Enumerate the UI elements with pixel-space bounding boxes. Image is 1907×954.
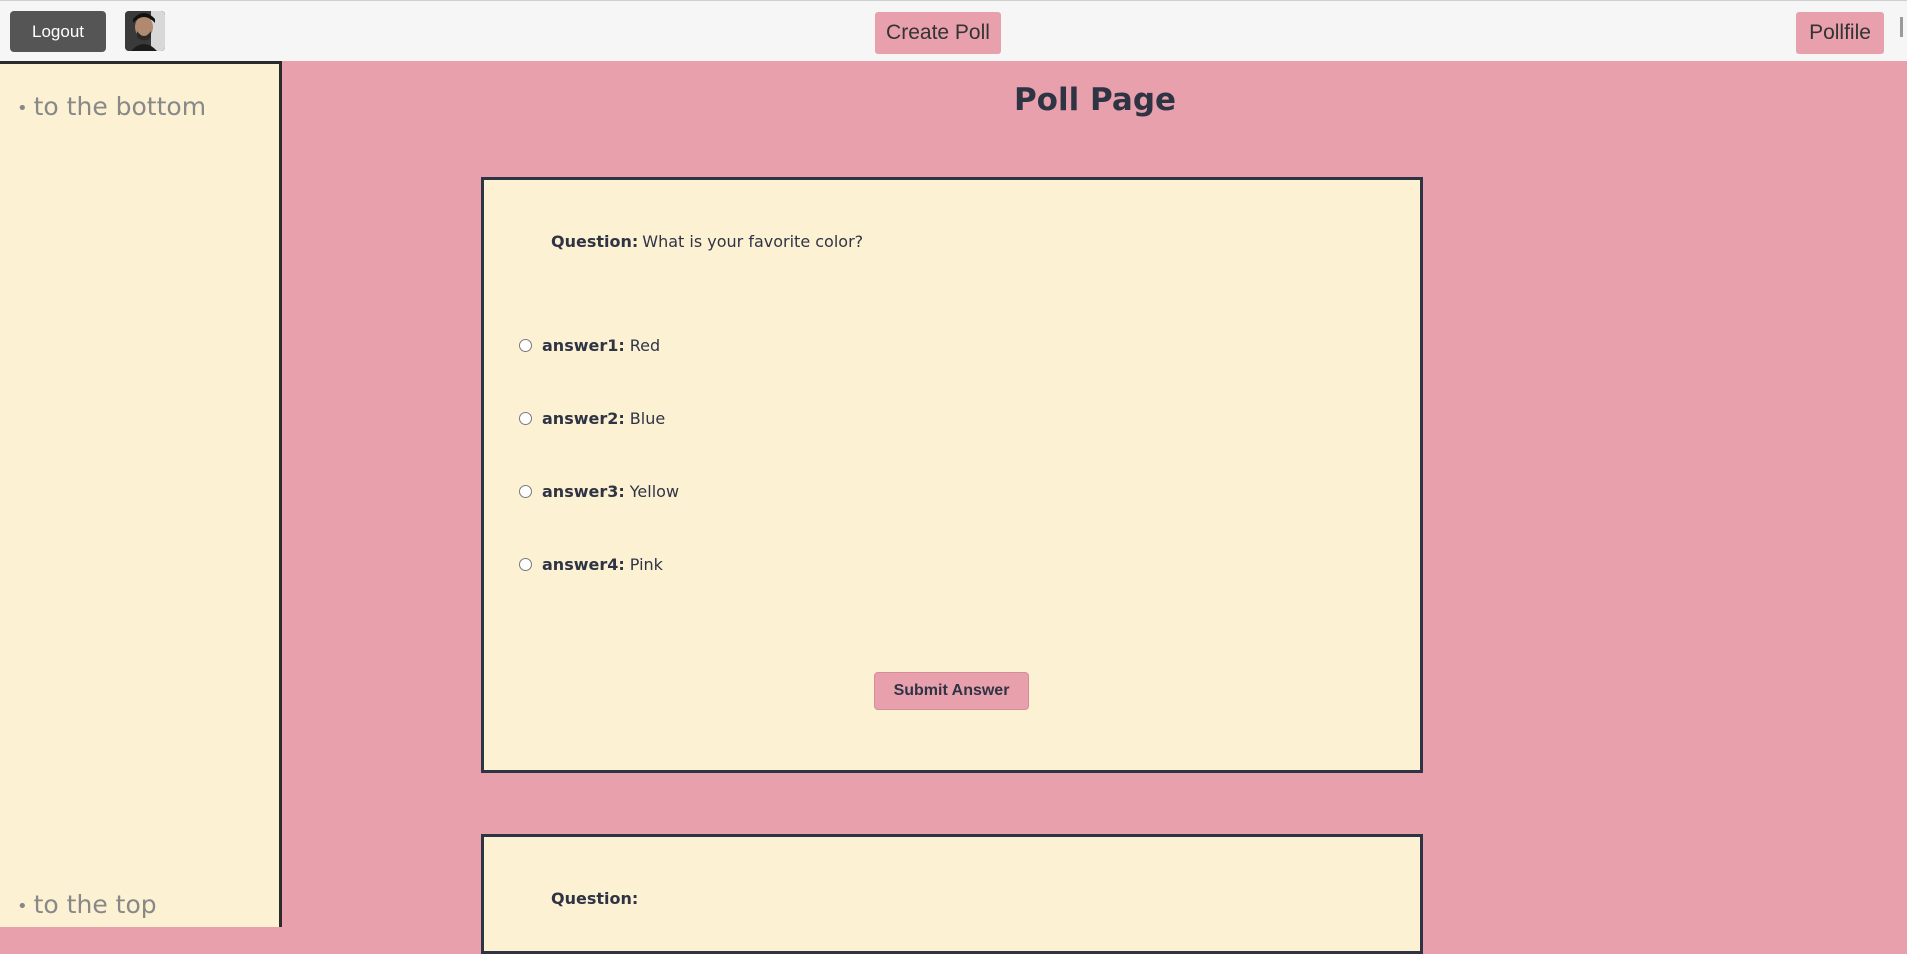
poll-card: Question: [481, 834, 1423, 954]
answer-text: Red [629, 335, 661, 355]
to-bottom-link[interactable]: • to the bottom [17, 92, 206, 121]
answer-text: Yellow [629, 481, 680, 501]
pollfile-button[interactable]: Pollfile [1796, 12, 1884, 54]
scrollbar[interactable] [1900, 17, 1903, 37]
answer-radio[interactable] [519, 411, 532, 425]
question-text: What is your favorite color? [642, 232, 864, 251]
top-bar: Logout Create Poll Pollfile [0, 0, 1907, 61]
submit-answer-button[interactable]: Submit Answer [874, 672, 1029, 710]
question: Question: What is your favorite color? [551, 232, 863, 251]
answer-label: answer2: [542, 408, 625, 428]
page-title: Poll Page [1013, 82, 1177, 118]
to-top-label: to the top [33, 890, 157, 919]
question: Question: [551, 889, 642, 908]
answer-label: answer1: [542, 335, 625, 355]
create-poll-button[interactable]: Create Poll [875, 12, 1001, 54]
logout-button[interactable]: Logout [10, 11, 106, 52]
answer-label: answer3: [542, 481, 625, 501]
to-top-link[interactable]: • to the top [17, 890, 157, 919]
answer-radio[interactable] [519, 557, 532, 571]
answer-radio[interactable] [519, 338, 532, 352]
bullet-icon: • [17, 97, 28, 119]
answer-label: answer4: [542, 554, 625, 574]
sidebar: • to the bottom • to the top [0, 61, 282, 927]
user-photo-icon [125, 11, 165, 51]
answer-radio[interactable] [519, 484, 532, 498]
question-label: Question: [551, 889, 639, 908]
answer-text: Pink [629, 554, 663, 574]
answer-option[interactable]: answer2: Blue [519, 408, 665, 428]
answer-option[interactable]: answer1: Red [519, 335, 660, 355]
answer-option[interactable]: answer4: Pink [519, 554, 663, 574]
to-bottom-label: to the bottom [33, 92, 207, 121]
answer-option[interactable]: answer3: Yellow [519, 481, 679, 501]
avatar[interactable] [125, 11, 165, 51]
poll-card: Question: What is your favorite color? an… [481, 177, 1423, 773]
answer-text: Blue [629, 408, 666, 428]
bullet-icon: • [17, 895, 28, 917]
question-label: Question: [551, 232, 639, 251]
